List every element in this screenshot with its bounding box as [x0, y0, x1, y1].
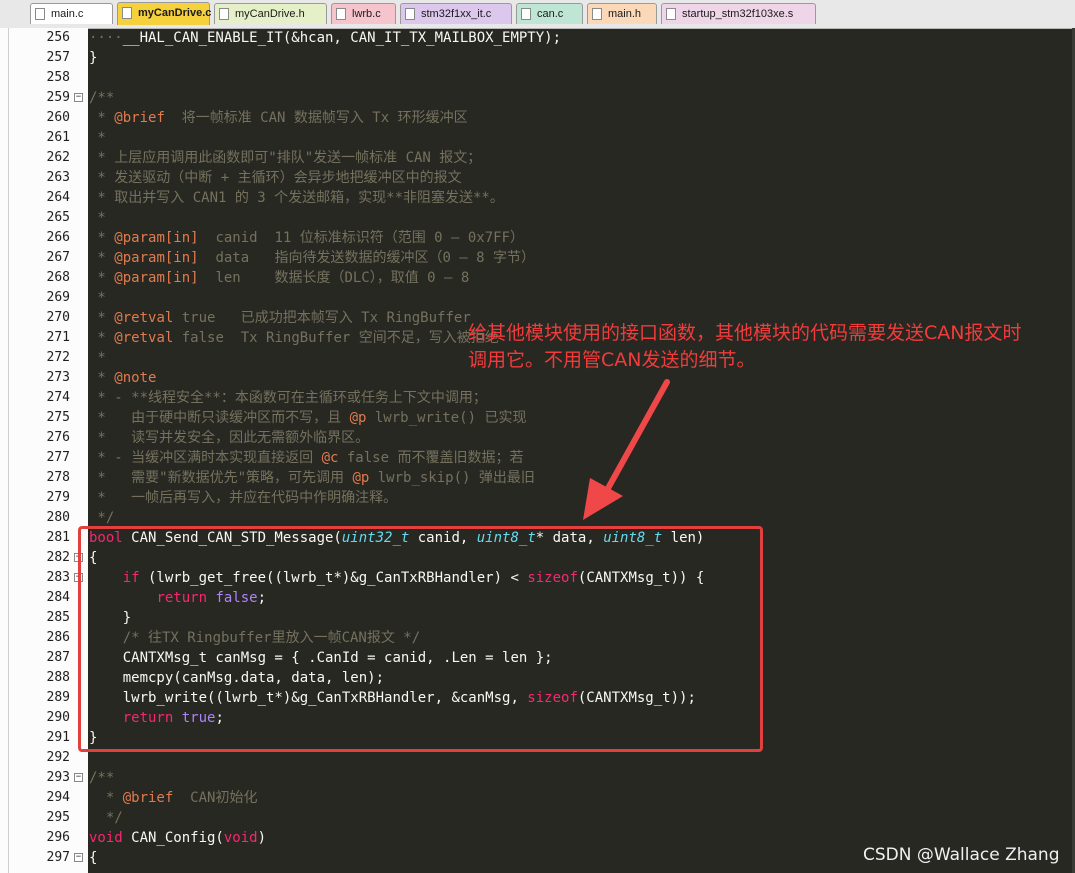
annotation-line-1: 给其他模块使用的接口函数，其他模块的代码需要发送CAN报文时	[468, 322, 1022, 344]
annotation-text: 给其他模块使用的接口函数，其他模块的代码需要发送CAN报文时 调用它。不用管CA…	[468, 320, 1075, 374]
annotation-line-2: 调用它。不用管CAN发送的细节。	[468, 349, 756, 371]
annotation-arrow	[583, 379, 670, 520]
csdn-watermark: CSDN @Wallace Zhang	[863, 845, 1060, 865]
